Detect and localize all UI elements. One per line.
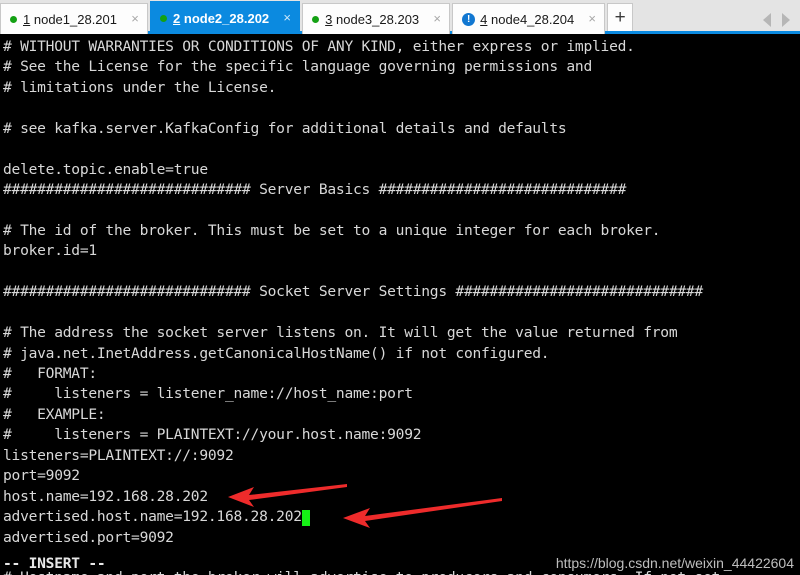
tab-node1_28.201[interactable]: 1 node1_28.201 × — [0, 3, 149, 34]
tab-index: 4 — [480, 11, 488, 27]
terminal-line: # listeners = PLAINTEXT://your.host.name… — [3, 426, 422, 444]
terminal-line: # see kafka.server.KafkaConfig for addit… — [3, 119, 567, 137]
tab-node3_28.203[interactable]: 3 node3_28.203 × — [302, 3, 451, 34]
terminal-line: # WITHOUT WARRANTIES OR CONDITIONS OF AN… — [3, 38, 635, 55]
close-icon[interactable]: × — [279, 10, 295, 26]
terminal-line: # listeners = listener_name://host_name:… — [3, 385, 413, 403]
tab-bar: 1 node1_28.201 × 2 node2_28.202 × 3 node… — [0, 0, 800, 34]
tab-name: node3_28.203 — [336, 11, 420, 27]
green-dot-icon — [160, 14, 168, 22]
terminal-line: ############################# Socket Ser… — [3, 283, 703, 301]
green-dot-icon — [10, 15, 17, 23]
terminal-line: # EXAMPLE: — [3, 405, 106, 423]
triangle-right-icon[interactable] — [782, 13, 790, 27]
terminal-screen[interactable]: # WITHOUT WARRANTIES OR CONDITIONS OF AN… — [0, 34, 800, 575]
terminal-line: # See the License for the specific langu… — [3, 58, 592, 76]
text-cursor — [301, 510, 310, 527]
tab-label: 4 node4_28.204 — [480, 12, 574, 27]
alert-circle-icon: ! — [462, 12, 476, 26]
terminal-line: ############################# Server Bas… — [3, 181, 627, 199]
tab-index: 1 — [23, 11, 31, 27]
terminal-line: # java.net.InetAddress.getCanonicalHostN… — [3, 344, 550, 362]
tab-label: 1 node1_28.201 — [23, 12, 117, 27]
xshell-window: 1 node1_28.201 × 2 node2_28.202 × 3 node… — [0, 0, 800, 575]
close-icon[interactable]: × — [429, 11, 445, 27]
tab-name: node1_28.201 — [33, 11, 118, 27]
terminal-line: delete.topic.enable=true — [3, 160, 208, 178]
terminal-line: # limitations under the License. — [3, 78, 277, 96]
tab-index: 2 — [173, 10, 181, 26]
tab-scroll-controls — [763, 13, 800, 34]
tab-node2_28.202[interactable]: 2 node2_28.202 × — [150, 1, 301, 34]
tab-name: node2_28.202 — [183, 10, 270, 26]
vim-status-mode: -- INSERT -- — [3, 555, 106, 572]
tab-label: 2 node2_28.202 — [173, 11, 269, 26]
triangle-left-icon[interactable] — [763, 13, 771, 27]
terminal-line: host.name=192.168.28.202 — [3, 487, 208, 505]
tab-name: node4_28.204 — [491, 11, 575, 27]
terminal-line: broker.id=1 — [3, 242, 97, 260]
terminal-text-buffer: # WITHOUT WARRANTIES OR CONDITIONS OF AN… — [3, 37, 800, 575]
watermark-url: https://blog.csdn.net/weixin_44422604 — [555, 555, 794, 571]
green-dot-icon — [312, 15, 320, 23]
tab-label: 3 node3_28.203 — [325, 12, 419, 27]
terminal-line: listeners=PLAINTEXT://:9092 — [3, 446, 234, 464]
terminal-line: advertised.port=9092 — [3, 528, 174, 546]
new-tab-button[interactable]: + — [607, 3, 634, 34]
close-icon[interactable]: × — [127, 11, 143, 27]
terminal-line: port=9092 — [3, 467, 80, 485]
terminal-line: # The address the socket server listens … — [3, 324, 678, 342]
terminal-line: advertised.host.name=192.168.28.202 — [3, 507, 800, 527]
close-icon[interactable]: × — [584, 11, 600, 27]
tab-index: 3 — [325, 11, 333, 27]
terminal-line: # The id of the broker. This must be set… — [3, 221, 661, 239]
tab-node4_28.204[interactable]: ! 4 node4_28.204 × — [452, 3, 606, 34]
terminal-line: # FORMAT: — [3, 365, 97, 382]
